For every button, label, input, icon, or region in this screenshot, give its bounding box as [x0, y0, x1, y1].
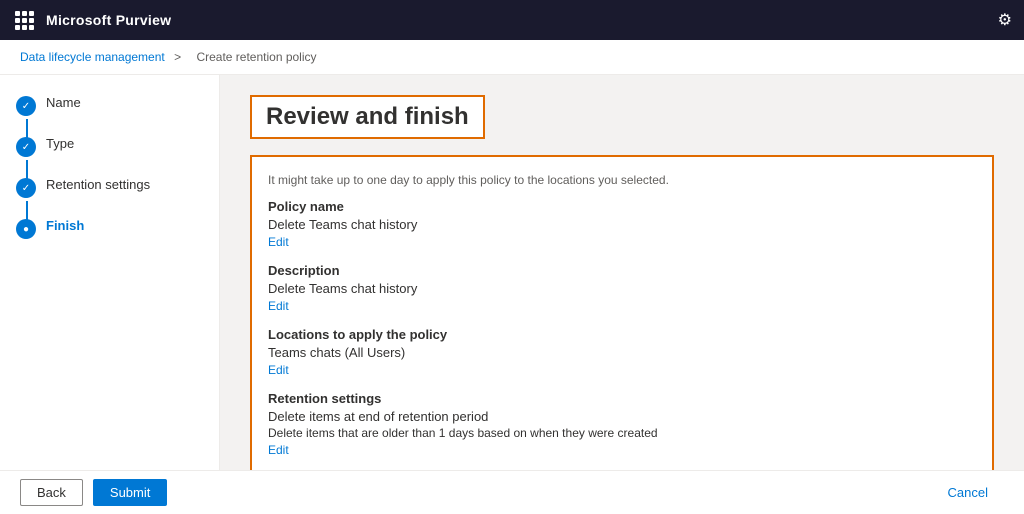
- review-section-policy-name: Policy name Delete Teams chat history Ed…: [268, 199, 976, 249]
- checkmark-icon: ✓: [22, 183, 30, 194]
- sidebar: ✓ Name ✓ Type ✓ Retention settings ●: [0, 75, 220, 512]
- page-title: Review and finish: [250, 95, 485, 139]
- breadcrumb-separator: >: [174, 50, 181, 64]
- breadcrumb-current: Create retention policy: [196, 50, 316, 64]
- retention-value1: Delete items at end of retention period: [268, 409, 976, 424]
- review-note: It might take up to one day to apply thi…: [268, 173, 976, 187]
- description-label: Description: [268, 263, 976, 278]
- top-nav-right: ⚙: [998, 10, 1012, 30]
- locations-label: Locations to apply the policy: [268, 327, 976, 342]
- checkmark-icon: ✓: [22, 101, 30, 112]
- breadcrumb-parent[interactable]: Data lifecycle management: [20, 50, 165, 64]
- retention-edit[interactable]: Edit: [268, 443, 289, 457]
- review-section-locations: Locations to apply the policy Teams chat…: [268, 327, 976, 377]
- policy-name-value: Delete Teams chat history: [268, 217, 976, 232]
- step-type: ✓ Type: [16, 136, 203, 157]
- policy-name-edit[interactable]: Edit: [268, 235, 289, 249]
- step-name-label: Name: [46, 95, 81, 110]
- step-retention-label: Retention settings: [46, 177, 150, 192]
- top-nav: Microsoft Purview ⚙: [0, 0, 1024, 40]
- policy-name-label: Policy name: [268, 199, 976, 214]
- step-name-circle: ✓: [16, 96, 36, 116]
- review-box: It might take up to one day to apply thi…: [250, 155, 994, 489]
- locations-value: Teams chats (All Users): [268, 345, 976, 360]
- locations-edit[interactable]: Edit: [268, 363, 289, 377]
- grid-icon: [15, 11, 34, 30]
- breadcrumb: Data lifecycle management > Create reten…: [0, 40, 1024, 75]
- step-type-label: Type: [46, 136, 74, 151]
- sidebar-steps: ✓ Name ✓ Type ✓ Retention settings ●: [16, 95, 203, 239]
- app-title: Microsoft Purview: [46, 12, 171, 28]
- content-area: Review and finish It might take up to on…: [220, 75, 1024, 512]
- app-grid-button[interactable]: [12, 8, 36, 32]
- retention-value2: Delete items that are older than 1 days …: [268, 426, 976, 440]
- submit-button[interactable]: Submit: [93, 479, 167, 506]
- cancel-button[interactable]: Cancel: [932, 480, 1004, 505]
- step-finish: ● Finish: [16, 218, 203, 239]
- back-button[interactable]: Back: [20, 479, 83, 506]
- description-edit[interactable]: Edit: [268, 299, 289, 313]
- retention-settings-label: Retention settings: [268, 391, 976, 406]
- step-name: ✓ Name: [16, 95, 203, 116]
- footer: Back Submit Cancel: [0, 470, 1024, 514]
- review-section-retention: Retention settings Delete items at end o…: [268, 391, 976, 457]
- step-type-circle: ✓: [16, 137, 36, 157]
- checkmark-icon: ✓: [22, 142, 30, 153]
- gear-icon[interactable]: ⚙: [998, 12, 1012, 29]
- step-finish-label: Finish: [46, 218, 84, 233]
- bullet-icon: ●: [23, 224, 29, 235]
- description-value: Delete Teams chat history: [268, 281, 976, 296]
- step-finish-circle: ●: [16, 219, 36, 239]
- step-retention-circle: ✓: [16, 178, 36, 198]
- main-layout: ✓ Name ✓ Type ✓ Retention settings ●: [0, 75, 1024, 512]
- step-retention: ✓ Retention settings: [16, 177, 203, 198]
- review-section-description: Description Delete Teams chat history Ed…: [268, 263, 976, 313]
